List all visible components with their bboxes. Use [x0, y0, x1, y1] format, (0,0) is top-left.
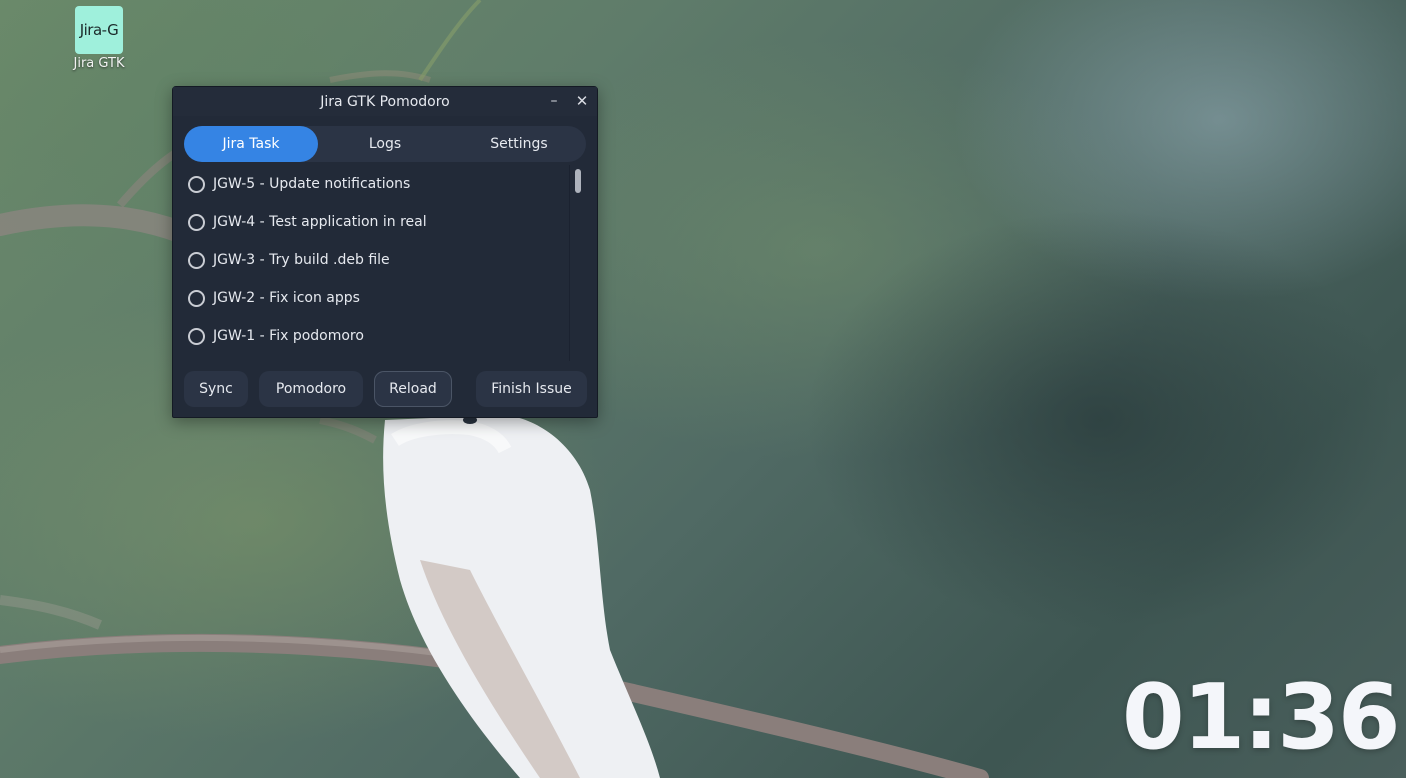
tab-bar: Jira Task Logs Settings — [184, 126, 586, 162]
desktop-clock: 01:36 — [1122, 665, 1400, 770]
task-label: JGW-5 - Update notifications — [213, 176, 411, 192]
task-item-jgw-4[interactable]: JGW-4 - Test application in real — [184, 203, 588, 241]
tab-jira-task[interactable]: Jira Task — [184, 126, 318, 162]
task-list: JGW-5 - Update notifications JGW-4 - Tes… — [184, 165, 588, 361]
tab-logs[interactable]: Logs — [318, 126, 452, 162]
task-label: JGW-1 - Fix podomoro — [213, 328, 364, 344]
window-titlebar[interactable]: Jira GTK Pomodoro – ✕ — [173, 87, 597, 116]
task-label: JGW-2 - Fix icon apps — [213, 290, 360, 306]
task-item-jgw-1[interactable]: JGW-1 - Fix podomoro — [184, 317, 588, 355]
close-icon[interactable]: ✕ — [574, 93, 590, 109]
window-title: Jira GTK Pomodoro — [320, 93, 450, 110]
tab-settings[interactable]: Settings — [452, 126, 586, 162]
app-window: Jira GTK Pomodoro – ✕ Jira Task Logs Set… — [172, 86, 598, 418]
radio-button[interactable] — [188, 289, 205, 307]
task-item-jgw-3[interactable]: JGW-3 - Try build .deb file — [184, 241, 588, 279]
scrollbar-thumb[interactable] — [575, 169, 581, 193]
jira-gtk-app-icon: Jira-G — [75, 6, 123, 54]
radio-button[interactable] — [188, 213, 205, 231]
finish-issue-button[interactable]: Finish Issue — [476, 371, 587, 407]
desktop: Jira-G Jira GTK Jira GTK Pomodoro – ✕ Ji… — [0, 0, 1406, 778]
desktop-icon-label: Jira GTK — [73, 56, 125, 71]
task-label: JGW-4 - Test application in real — [213, 214, 427, 230]
radio-button[interactable] — [188, 327, 205, 345]
reload-button[interactable]: Reload — [374, 371, 452, 407]
action-buttons: Sync Pomodoro Reload Finish Issue — [184, 371, 588, 407]
pomodoro-button[interactable]: Pomodoro — [259, 371, 363, 407]
radio-button[interactable] — [188, 251, 205, 269]
sync-button[interactable]: Sync — [184, 371, 248, 407]
desktop-app-icon-jira-gtk[interactable]: Jira-G Jira GTK — [64, 6, 134, 71]
app-icon-tile-text: Jira-G — [79, 21, 119, 39]
task-item-partial[interactable] — [184, 355, 588, 361]
task-item-jgw-2[interactable]: JGW-2 - Fix icon apps — [184, 279, 588, 317]
minimize-icon[interactable]: – — [546, 93, 562, 109]
task-label: JGW-3 - Try build .deb file — [213, 252, 390, 268]
radio-button[interactable] — [188, 175, 205, 193]
task-list-scrollbar[interactable] — [569, 165, 587, 361]
task-item-jgw-5[interactable]: JGW-5 - Update notifications — [184, 165, 588, 203]
